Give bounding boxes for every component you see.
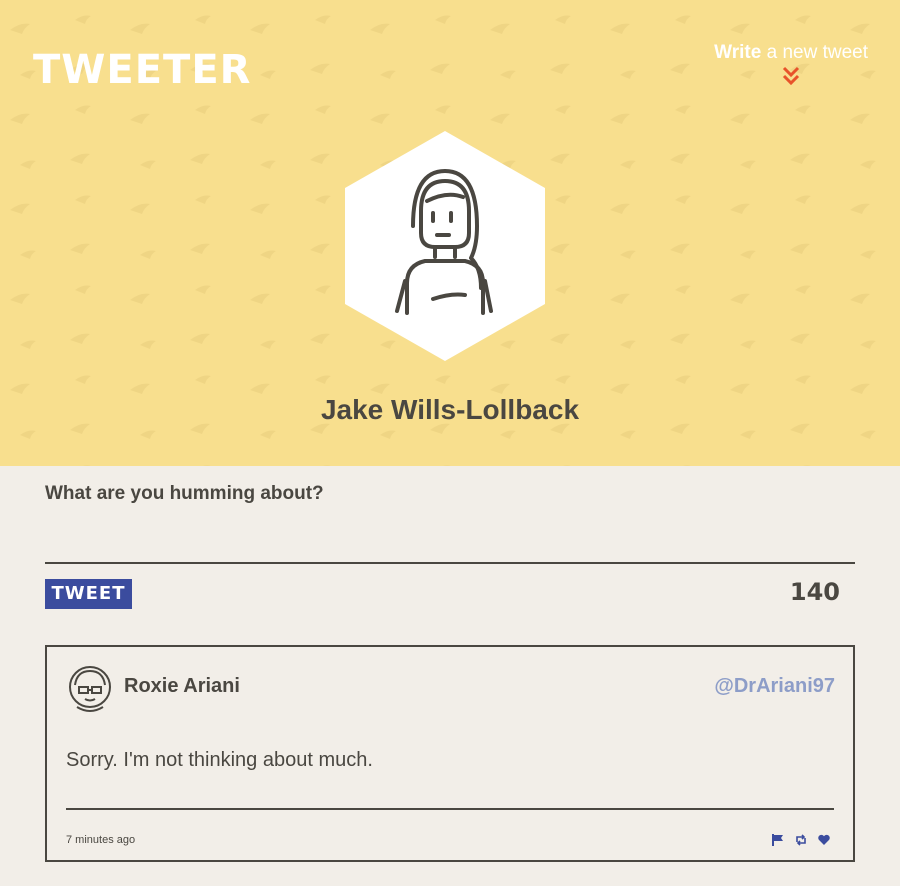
profile-header: TWEETER Write a new tweet Jake Wills-Lol… — [0, 0, 900, 466]
tweet-author-name: Roxie Ariani — [124, 675, 240, 697]
tweet-divider — [66, 808, 834, 810]
tweet-actions — [771, 833, 831, 847]
write-new-tweet-toggle[interactable]: Write a new tweet — [714, 42, 868, 86]
profile-name: Jake Wills-Lollback — [320, 394, 580, 425]
tweet-author-avatar — [69, 666, 111, 712]
tweet-card: Roxie Ariani @DrAriani97 Sorry. I'm not … — [45, 645, 855, 862]
compose-toggle-label: Write a new tweet — [714, 42, 868, 63]
tweet-timestamp: 7 minutes ago — [66, 834, 136, 846]
flag-icon[interactable] — [771, 833, 785, 847]
character-counter: 140 — [789, 578, 840, 606]
tweet-submit-button[interactable]: TWEET — [45, 579, 132, 609]
tweet-author-handle[interactable]: @DrAriani97 — [714, 675, 835, 698]
tweet-content: Sorry. I'm not thinking about much. — [66, 749, 373, 771]
tweet-text-input[interactable] — [45, 512, 855, 564]
profile-avatar — [345, 131, 545, 361]
retweet-icon[interactable] — [794, 833, 808, 847]
brand-logo[interactable]: TWEETER — [33, 50, 251, 90]
double-chevron-down-icon — [783, 66, 800, 86]
compose-label: What are you humming about? — [45, 483, 324, 504]
heart-icon[interactable] — [817, 833, 831, 847]
